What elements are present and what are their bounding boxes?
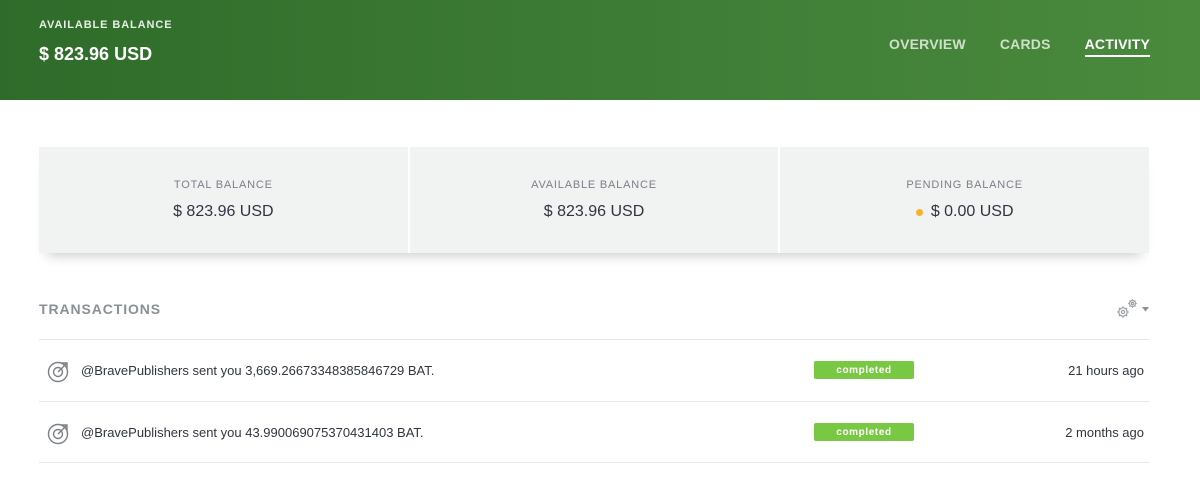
nav-overview[interactable]: OVERVIEW [889,36,966,57]
transaction-row[interactable]: @BravePublishers sent you 3,669.26673348… [39,339,1149,401]
stat-available-balance: AVAILABLE BALANCE $ 823.96 USD [407,147,779,253]
header-balance-value: $ 823.96 USD [39,44,153,64]
nav-cards[interactable]: CARDS [1000,36,1051,57]
header-balance-label: AVAILABLE BALANCE [39,19,173,31]
stat-value-wrap: $ 823.96 USD [544,203,645,221]
stat-pending-balance: PENDING BALANCE $ 0.00 USD [778,147,1149,253]
nav-activity[interactable]: ACTIVITY [1084,36,1150,57]
balance-summary: TOTAL BALANCE $ 823.96 USD AVAILABLE BAL… [39,147,1149,253]
transactions-title: TRANSACTIONS [39,301,162,317]
app-header: AVAILABLE BALANCE $ 823.96 USD OVERVIEW … [0,0,1200,100]
stat-value-wrap: $ 823.96 USD [173,203,274,221]
transactions-list: @BravePublishers sent you 3,669.26673348… [39,339,1149,463]
receive-icon [47,361,69,383]
transaction-description: @BravePublishers sent you 3,669.26673348… [81,363,435,378]
status-badge: completed [814,423,914,441]
receive-icon [47,423,69,445]
stat-label: TOTAL BALANCE [173,179,273,191]
caret-down-icon [1142,306,1149,311]
transaction-description: @BravePublishers sent you 43.99006907537… [81,425,424,440]
stat-label: AVAILABLE BALANCE [531,179,657,191]
stat-value-wrap: $ 0.00 USD [915,203,1014,221]
pending-dot-icon [915,208,923,216]
stat-value: $ 0.00 USD [930,203,1014,220]
status-badge: completed [814,361,914,379]
stat-value: $ 823.96 USD [173,203,274,220]
transaction-time: 2 months ago [1065,425,1144,440]
gears-icon [1117,299,1137,318]
transaction-time: 21 hours ago [1068,363,1144,378]
stat-value: $ 823.96 USD [543,203,645,220]
stat-total-balance: TOTAL BALANCE $ 823.96 USD [39,147,408,253]
transactions-header: TRANSACTIONS [39,296,1149,322]
settings-menu-button[interactable] [1114,296,1149,322]
transaction-row[interactable]: @BravePublishers sent you 43.99006907537… [39,401,1149,463]
stat-label: PENDING BALANCE [906,179,1023,191]
main-nav: OVERVIEW CARDS ACTIVITY [889,36,1150,57]
